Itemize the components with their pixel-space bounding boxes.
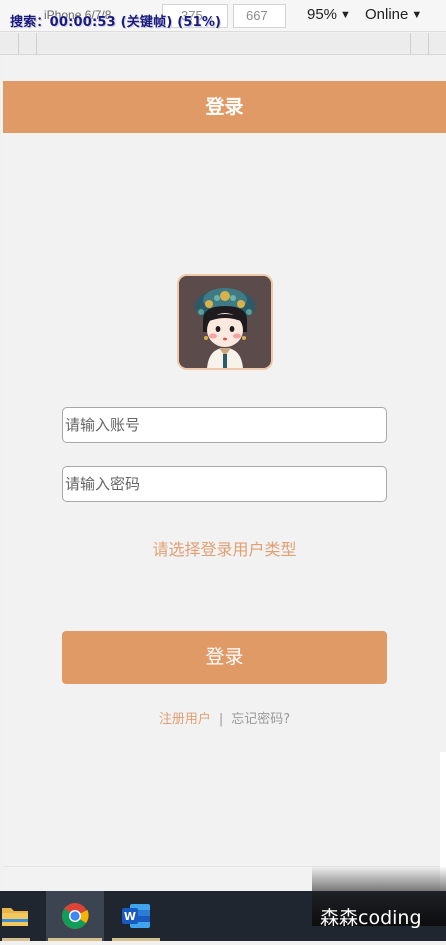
login-button[interactable]: 登录 bbox=[62, 631, 387, 684]
zoom-select[interactable]: 95% ▼ bbox=[307, 6, 351, 23]
svg-text:W: W bbox=[124, 910, 136, 923]
password-input[interactable] bbox=[62, 466, 387, 502]
media-query-ruler bbox=[0, 33, 446, 55]
phone-viewport: 登录 请输入账号 请选择登录用户类型 登录 注册用户 | 忘记密码? bbox=[3, 56, 446, 890]
watermark-text: 森森coding bbox=[320, 907, 422, 929]
recording-overlay-text: 搜索：00:00:53 (关键帧) (51%) bbox=[10, 15, 222, 30]
viewport-height-input[interactable]: 667 bbox=[233, 4, 286, 28]
page-header-title: 登录 bbox=[3, 81, 446, 133]
caret-down-icon: ▼ bbox=[411, 9, 423, 21]
avatar-illustration bbox=[179, 276, 271, 368]
link-separator: | bbox=[218, 712, 224, 727]
ruler-tick bbox=[36, 33, 37, 55]
ruler-tick bbox=[410, 33, 411, 55]
taskbar-word[interactable]: W bbox=[110, 891, 162, 941]
chrome-icon bbox=[62, 903, 89, 929]
devtools-device-toolbar: iPhone 6/7/8 375 667 95% ▼ Online ▼ 搜索：00:… bbox=[0, 0, 446, 32]
zoom-value: 95% bbox=[307, 6, 338, 23]
folder-icon bbox=[2, 908, 28, 926]
video-watermark: 森森coding bbox=[312, 866, 446, 929]
forgot-password-link[interactable]: 忘记密码? bbox=[231, 712, 290, 727]
empress-avatar-icon bbox=[177, 274, 273, 370]
word-icon: W bbox=[122, 904, 150, 928]
account-input[interactable] bbox=[62, 407, 387, 443]
caret-down-icon: ▼ bbox=[340, 9, 351, 21]
ruler-tick bbox=[428, 33, 429, 55]
taskbar-chrome[interactable] bbox=[46, 891, 104, 941]
user-type-select[interactable]: 请选择登录用户类型 bbox=[3, 536, 446, 560]
taskbar-file-explorer[interactable] bbox=[0, 891, 32, 941]
auth-links: 注册用户 | 忘记密码? bbox=[3, 708, 446, 727]
ruler-tick bbox=[18, 33, 19, 55]
network-value: Online bbox=[365, 6, 409, 23]
register-link[interactable]: 注册用户 bbox=[159, 712, 211, 727]
network-throttle-select[interactable]: Online ▼ bbox=[365, 6, 422, 23]
